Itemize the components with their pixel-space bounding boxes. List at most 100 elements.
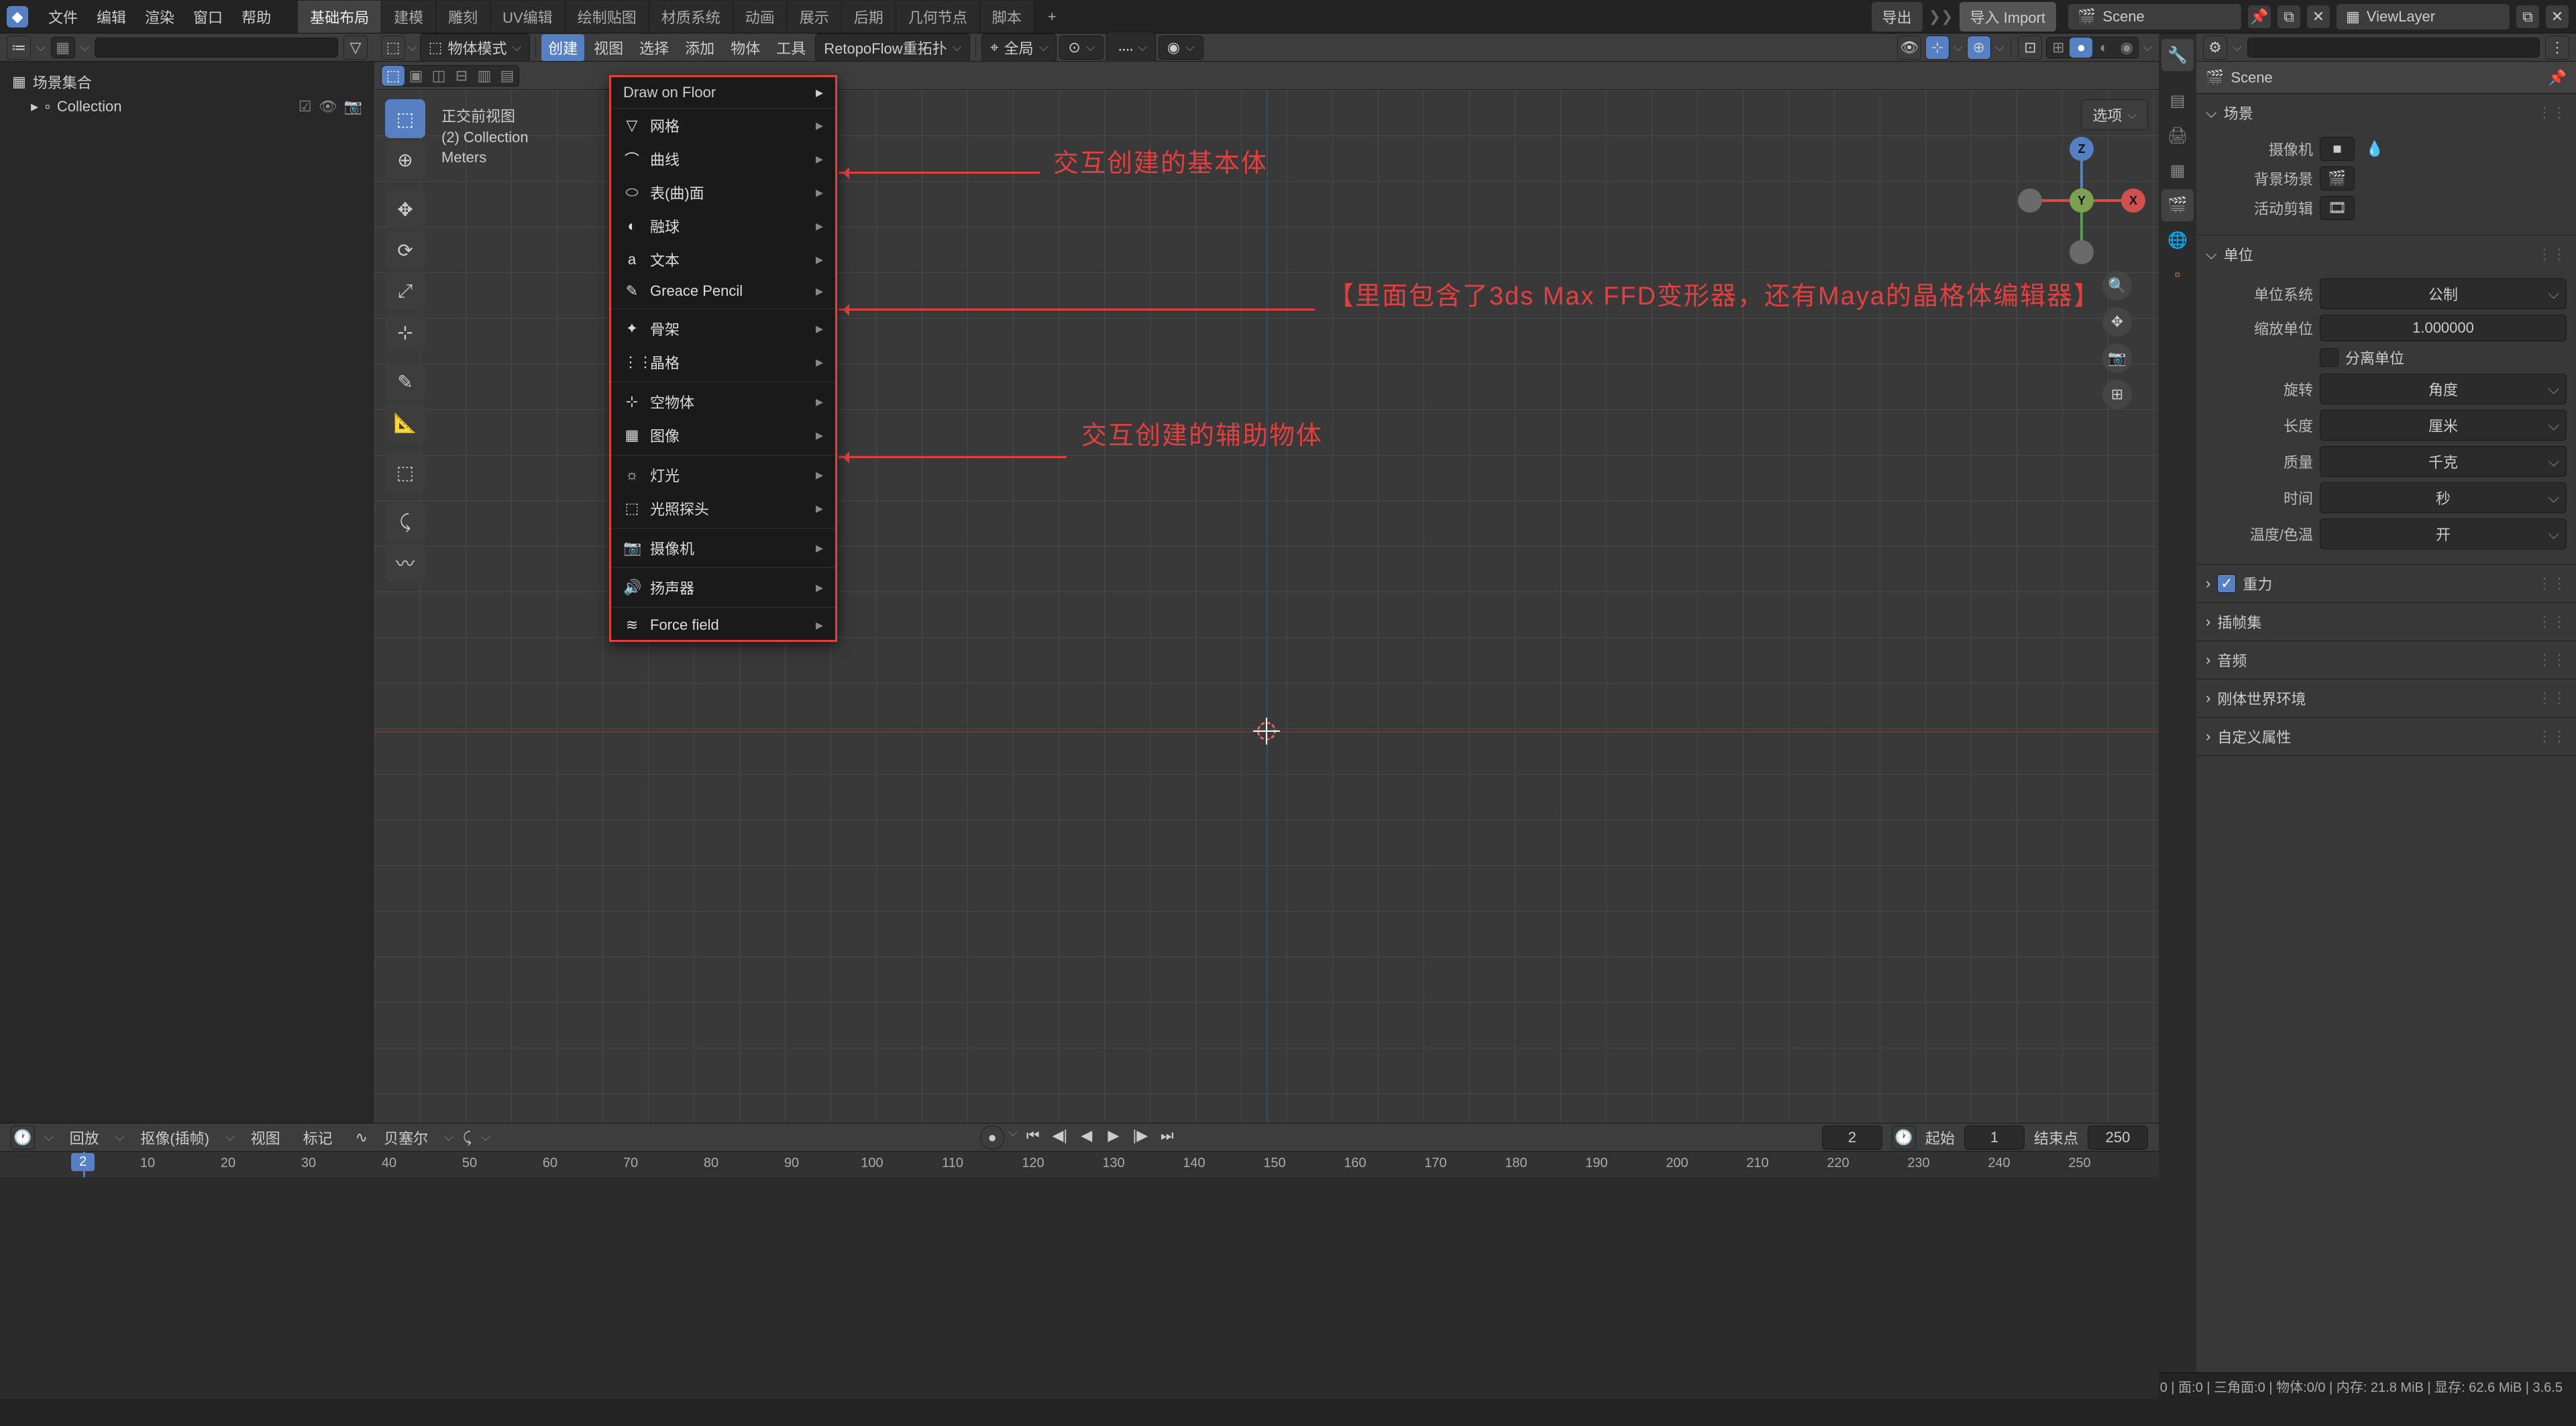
material-shading-icon[interactable]: ◐ — [2092, 38, 2115, 58]
gravity-checkbox[interactable]: ✓ — [2217, 574, 2236, 593]
separate-unit-checkbox[interactable] — [2320, 348, 2339, 367]
proportional-edit[interactable]: ◉⌵ — [1159, 36, 1203, 60]
length-unit-select[interactable]: 厘米 — [2320, 410, 2567, 441]
add-workspace-button[interactable]: + — [1038, 3, 1066, 31]
playback-menu[interactable]: 回放 — [63, 1124, 106, 1151]
output-tab-icon[interactable]: 🖨 — [2161, 119, 2194, 152]
viewport-menu-item[interactable]: 视图 — [587, 34, 630, 61]
menu-渲染[interactable]: 渲染 — [136, 5, 184, 30]
menu-窗口[interactable]: 窗口 — [184, 5, 232, 30]
marker-menu[interactable]: 标记 — [297, 1124, 339, 1151]
play-icon[interactable]: ▶ — [1102, 1126, 1125, 1146]
units-section-header[interactable]: ⌵单位⋮⋮ — [2196, 235, 2576, 273]
scene-selector[interactable]: 🎬Scene — [2068, 3, 2242, 30]
auto-key-icon[interactable]: ● — [980, 1126, 1004, 1150]
scale-unit-field[interactable]: 1.000000 — [2320, 315, 2567, 341]
outliner-editor-type-icon[interactable]: ≔ — [7, 36, 31, 60]
add-menu-item[interactable]: ✦骨架▸ — [611, 312, 835, 345]
mass-unit-select[interactable]: 千克 — [2320, 446, 2567, 477]
scale-tool[interactable]: ⤢ — [385, 272, 425, 311]
select-visible-icon[interactable]: ▣ — [405, 66, 427, 86]
retopoflow-menu[interactable]: RetopoFlow重拓扑⌵ — [815, 34, 970, 62]
workspace-tab[interactable]: 基础布局 — [298, 1, 382, 33]
viewlayer-tab-icon[interactable]: ▦ — [2161, 154, 2194, 186]
camera-nav-icon[interactable]: 📷 — [2102, 343, 2132, 373]
add-menu-item[interactable]: ▦图像▸ — [611, 419, 835, 452]
workspace-tab[interactable]: 展示 — [788, 1, 842, 33]
jump-end-icon[interactable]: ⏭ — [1156, 1126, 1179, 1146]
navigation-gizmo[interactable]: X Y Z — [2025, 144, 2139, 258]
move-tool[interactable]: ✥ — [385, 190, 425, 229]
new-scene-icon[interactable]: ⧉ — [2277, 5, 2301, 29]
overlay-toggle-icon[interactable]: ⊕ — [1967, 36, 1991, 60]
rigidbody-section-header[interactable]: ›刚体世界环境⋮⋮ — [2196, 679, 2576, 717]
extra-tool-1[interactable]: ⤹ — [385, 502, 425, 541]
workspace-tab[interactable]: UV编辑 — [490, 1, 566, 33]
scene-section-header[interactable]: ⌵场景⋮⋮ — [2196, 94, 2576, 131]
visibility-toggle-icon[interactable]: 👁 — [1897, 36, 1921, 60]
outliner-search-input[interactable] — [95, 38, 338, 58]
import-button[interactable]: 导入 Import — [1959, 1, 2057, 32]
extra-tool-2[interactable]: 〰 — [385, 543, 425, 582]
menu-帮助[interactable]: 帮助 — [232, 5, 280, 30]
properties-options-icon[interactable]: ⋮ — [2545, 36, 2569, 60]
select-mode3-icon[interactable]: ◫ — [427, 66, 450, 86]
workspace-tab[interactable]: 脚本 — [980, 1, 1034, 33]
start-frame-field[interactable]: 1 — [1964, 1126, 2025, 1150]
pin-scene-icon[interactable]: 📌 — [2247, 5, 2271, 29]
add-menu-item[interactable]: a文本▸ — [611, 243, 835, 276]
temperature-unit-select[interactable]: 开 — [2320, 518, 2567, 549]
extra-dropdown-icon[interactable]: ⤹ — [463, 1129, 472, 1146]
select-tool[interactable]: ⬚ — [385, 99, 425, 138]
select-all-icon[interactable]: ⬚ — [382, 66, 405, 86]
add-menu-item[interactable]: ⋮⋮晶格▸ — [611, 345, 835, 379]
timeline-ruler[interactable]: 2 10203040506070809010011012013014015016… — [0, 1152, 2159, 1177]
wireframe-shading-icon[interactable]: ⊞ — [2047, 38, 2070, 58]
add-menu-item[interactable]: ▽网格▸ — [611, 109, 835, 142]
annotate-tool[interactable]: ✎ — [385, 362, 425, 401]
workspace-tab[interactable]: 动画 — [733, 1, 788, 33]
add-menu-item[interactable]: ◐融球▸ — [611, 209, 835, 243]
current-frame-field[interactable]: 2 — [1822, 1126, 1882, 1150]
keysets-section-header[interactable]: ›插帧集⋮⋮ — [2196, 603, 2576, 641]
export-button[interactable]: 导出 — [1871, 1, 1923, 32]
new-viewlayer-icon[interactable]: ⧉ — [2516, 5, 2540, 29]
scene-tab-icon[interactable]: 🎬 — [2161, 189, 2194, 221]
audio-section-header[interactable]: ›音频⋮⋮ — [2196, 641, 2576, 679]
timeline-editor-type-icon[interactable]: 🕐 — [11, 1126, 35, 1150]
viewlayer-selector[interactable]: ▦ViewLayer — [2336, 3, 2510, 30]
delete-viewlayer-icon[interactable]: ✕ — [2545, 5, 2569, 29]
unit-system-select[interactable]: 公制 — [2320, 278, 2567, 309]
rotate-tool[interactable]: ⟳ — [385, 231, 425, 270]
add-menu-item[interactable]: ⬭表(曲)面▸ — [611, 176, 835, 209]
workspace-tab[interactable]: 后期 — [842, 1, 896, 33]
scene-collection-item[interactable]: ▦场景集合 — [7, 68, 368, 95]
xray-toggle-icon[interactable]: ⊡ — [2018, 36, 2042, 60]
menu-编辑[interactable]: 编辑 — [87, 5, 136, 30]
draw-on-floor-item[interactable]: Draw on Floor▸ — [611, 77, 835, 109]
properties-editor-type-icon[interactable]: ⚙ — [2203, 36, 2227, 60]
keyframe-next-icon[interactable]: |▶ — [1129, 1126, 1152, 1146]
blender-logo-icon[interactable]: ◆ — [7, 6, 28, 28]
outliner-display-mode-icon[interactable]: ▦ — [52, 38, 74, 58]
rotation-unit-select[interactable]: 角度 — [2320, 374, 2567, 404]
collection-item[interactable]: ▸▫Collection ☑👁📷 — [7, 95, 368, 118]
perspective-nav-icon[interactable]: ⊞ — [2102, 380, 2132, 409]
collection-visibility-icon[interactable]: 👁 — [319, 98, 337, 115]
collection-check-icon[interactable]: ☑ — [299, 98, 312, 115]
gizmo-toggle-icon[interactable]: ⊹ — [1925, 36, 1949, 60]
properties-search-input[interactable] — [2247, 38, 2540, 58]
viewport-editor-type-icon[interactable]: ⬚ — [381, 36, 405, 60]
time-unit-select[interactable]: 秒 — [2320, 482, 2567, 513]
cursor-tool[interactable]: ⊕ — [385, 140, 425, 179]
pin-icon[interactable]: 📌 — [2548, 69, 2567, 87]
select-mode4-icon[interactable]: ⊟ — [450, 66, 473, 86]
viewport-menu-item[interactable]: 创建 — [541, 34, 584, 61]
timeline-track[interactable] — [0, 1177, 2159, 1399]
snap-selector[interactable]: ᠁⌵ — [1106, 32, 1155, 64]
rendered-shading-icon[interactable]: ◉ — [2115, 38, 2138, 58]
add-menu-item[interactable]: 🔊扬声器▸ — [611, 571, 835, 604]
workspace-tab[interactable]: 雕刻 — [436, 1, 490, 33]
play-reverse-icon[interactable]: ◀ — [1075, 1126, 1098, 1146]
add-menu-item[interactable]: ⊹空物体▸ — [611, 385, 835, 419]
